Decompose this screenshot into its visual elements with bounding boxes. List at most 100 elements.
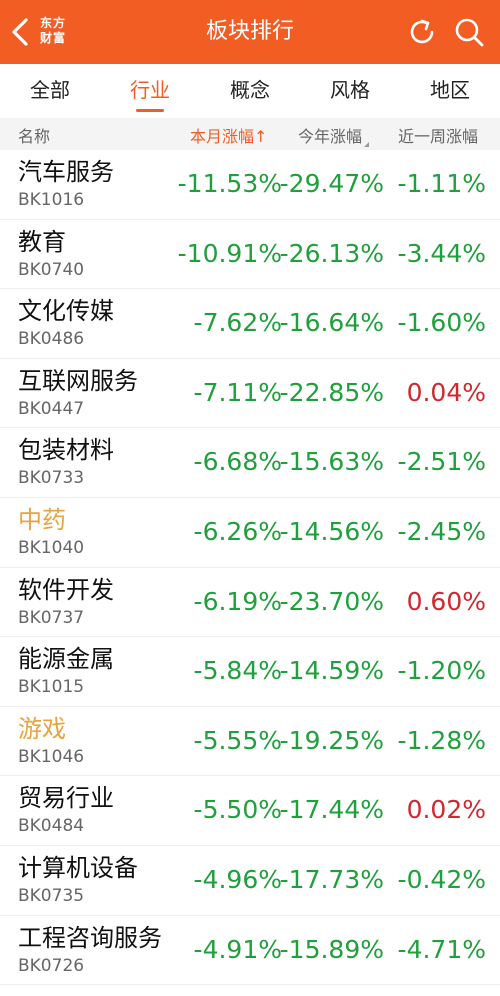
week-change: -3.44% <box>397 238 486 268</box>
year-change: -16.64% <box>279 308 384 338</box>
sector-name: 工程咨询服务 <box>18 923 162 952</box>
year-change: -14.59% <box>279 656 384 686</box>
table-row[interactable]: 中药 BK1040 -6.26% -14.56% -2.45% <box>0 498 500 568</box>
sector-name: 文化传媒 <box>18 297 114 326</box>
week-change: -0.42% <box>397 864 486 894</box>
year-change: -22.85% <box>279 377 384 407</box>
sector-code: BK0735 <box>18 885 85 906</box>
sector-name: 汽车服务 <box>18 158 114 186</box>
year-change: -29.47% <box>279 169 384 198</box>
tab-style[interactable]: 风格 <box>300 64 400 118</box>
month-change: -6.19% <box>193 586 282 616</box>
app-header: 东方 财富 板块排行 <box>0 0 500 64</box>
sector-code: BK0484 <box>18 816 85 837</box>
category-tabs: 全部 行业 概念 风格 地区 <box>0 64 500 118</box>
table-row[interactable]: 工程咨询服务 BK0726 -4.91% -15.89% -4.71% <box>0 916 500 986</box>
table-row[interactable]: 教育 BK0740 -10.91% -26.13% -3.44% <box>0 220 500 290</box>
sector-code: BK0486 <box>18 329 85 350</box>
refresh-button[interactable] <box>405 15 439 49</box>
month-change: -5.84% <box>193 656 282 686</box>
tab-industry[interactable]: 行业 <box>100 64 200 118</box>
refresh-icon <box>410 19 434 44</box>
week-change: -4.71% <box>397 934 486 964</box>
week-change: -2.51% <box>397 447 486 477</box>
month-change: -6.68% <box>193 447 282 477</box>
search-icon <box>455 18 484 47</box>
week-change: 0.02% <box>406 795 486 825</box>
search-button[interactable] <box>452 15 486 49</box>
year-change: -14.56% <box>279 516 384 546</box>
week-change: 0.60% <box>406 586 486 616</box>
week-change: 0.04% <box>406 377 486 407</box>
tab-label: 行业 <box>130 78 170 102</box>
week-change: -1.28% <box>397 725 486 755</box>
sector-code: BK0737 <box>18 607 85 628</box>
month-change: -7.11% <box>193 377 282 407</box>
year-change: -17.73% <box>279 864 384 894</box>
column-year-label: 今年涨幅 <box>298 127 363 146</box>
column-month-label: 本月涨幅 <box>190 127 255 146</box>
table-header: 名称 本月涨幅↑ 今年涨幅 近一周涨幅 <box>0 118 500 150</box>
month-change: -7.62% <box>193 308 282 338</box>
column-year-header[interactable]: 今年涨幅 <box>298 123 370 147</box>
sector-name: 中药 <box>18 505 66 534</box>
table-row[interactable]: 包装材料 BK0733 -6.68% -15.63% -2.51% <box>0 428 500 498</box>
table-row[interactable]: 文化传媒 BK0486 -7.62% -16.64% -1.60% <box>0 289 500 359</box>
sector-name: 软件开发 <box>18 575 114 604</box>
sector-code: BK1016 <box>18 190 85 210</box>
sector-name: 教育 <box>18 227 66 256</box>
month-change: -6.26% <box>193 516 282 546</box>
sector-code: BK1015 <box>18 677 85 698</box>
tab-label: 风格 <box>330 78 370 102</box>
sector-name: 计算机设备 <box>18 853 138 882</box>
year-change: -17.44% <box>279 795 384 825</box>
month-change: -10.91% <box>177 238 282 268</box>
table-row[interactable]: 汽车服务 BK1016 -11.53% -29.47% -1.11% <box>0 150 500 220</box>
sector-code: BK0447 <box>18 398 85 419</box>
sector-name: 互联网服务 <box>18 366 138 395</box>
year-change: -19.25% <box>279 725 384 755</box>
sector-code: BK1046 <box>18 746 85 767</box>
sector-code: BK0726 <box>18 955 85 976</box>
sort-up-arrow-icon: ↑ <box>254 127 268 146</box>
sector-code: BK0733 <box>18 468 85 489</box>
table-row[interactable]: 互联网服务 BK0447 -7.11% -22.85% 0.04% <box>0 359 500 429</box>
month-change: -4.91% <box>193 934 282 964</box>
column-name-header: 名称 <box>18 127 51 146</box>
table-row[interactable]: 贸易行业 BK0484 -5.50% -17.44% 0.02% <box>0 776 500 846</box>
column-month-header[interactable]: 本月涨幅↑ <box>190 123 267 147</box>
tab-label: 概念 <box>230 78 270 102</box>
sector-name: 包装材料 <box>18 436 114 465</box>
sector-name: 贸易行业 <box>18 784 114 813</box>
table-row[interactable]: 软件开发 BK0737 -6.19% -23.70% 0.60% <box>0 568 500 638</box>
table-row[interactable]: 游戏 BK1046 -5.55% -19.25% -1.28% <box>0 707 500 777</box>
month-change: -5.50% <box>193 795 282 825</box>
sector-name: 能源金属 <box>18 645 114 674</box>
year-change: -23.70% <box>279 586 384 616</box>
sort-indicator-icon <box>364 142 370 147</box>
tab-concept[interactable]: 概念 <box>200 64 300 118</box>
week-change: -1.60% <box>397 308 486 338</box>
week-change: -2.45% <box>397 516 486 546</box>
column-week-label: 近一周涨幅 <box>398 127 479 146</box>
year-change: -26.13% <box>279 238 384 268</box>
tab-region[interactable]: 地区 <box>400 64 500 118</box>
month-change: -4.96% <box>193 864 282 894</box>
week-change: -1.20% <box>397 656 486 686</box>
active-tab-indicator <box>136 109 164 112</box>
year-change: -15.89% <box>279 934 384 964</box>
month-change: -11.53% <box>177 169 282 198</box>
tab-label: 全部 <box>30 78 70 102</box>
week-change: -1.11% <box>397 169 486 198</box>
tab-all[interactable]: 全部 <box>0 64 100 118</box>
tab-label: 地区 <box>430 78 470 102</box>
year-change: -15.63% <box>279 447 384 477</box>
table-row[interactable]: 能源金属 BK1015 -5.84% -14.59% -1.20% <box>0 637 500 707</box>
sector-code: BK0740 <box>18 259 85 280</box>
month-change: -5.55% <box>193 725 282 755</box>
table-row[interactable]: 计算机设备 BK0735 -4.96% -17.73% -0.42% <box>0 846 500 916</box>
sector-code: BK1040 <box>18 537 85 558</box>
column-week-header[interactable]: 近一周涨幅 <box>398 123 478 147</box>
sector-list: 汽车服务 BK1016 -11.53% -29.47% -1.11% 教育 BK0740 -1… <box>0 150 500 986</box>
sector-name: 游戏 <box>18 714 66 743</box>
